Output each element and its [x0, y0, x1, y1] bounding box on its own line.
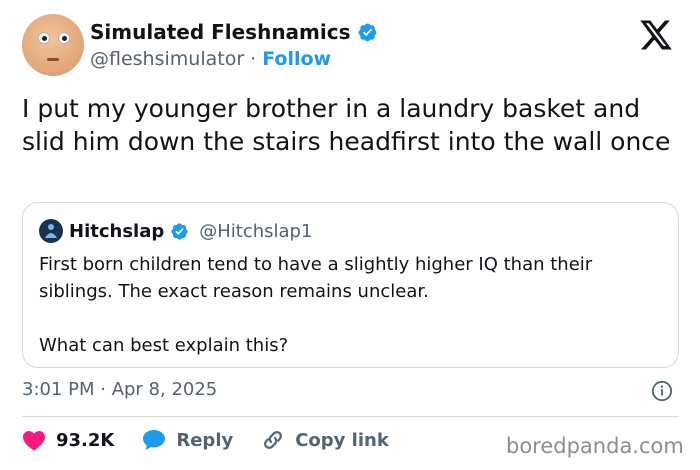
info-icon[interactable] [651, 380, 673, 402]
author-name-row: Simulated Fleshnamics [90, 20, 378, 44]
copy-link-button[interactable]: Copy link [261, 428, 389, 452]
like-button[interactable]: 93.2K [22, 429, 114, 451]
divider [22, 416, 679, 417]
avatar-eye-right [58, 32, 70, 44]
quoted-avatar[interactable] [39, 219, 63, 243]
author-display-name[interactable]: Simulated Fleshnamics [90, 20, 351, 44]
copy-link-label: Copy link [295, 429, 389, 451]
author-avatar[interactable] [22, 14, 84, 76]
author-handle-row: @fleshsimulator · Follow [90, 48, 331, 70]
person-silhouette-icon [45, 224, 57, 238]
heart-icon [23, 431, 45, 451]
link-icon [264, 431, 283, 449]
watermark-text: boredpanda.com [506, 434, 684, 458]
verified-badge-icon [171, 222, 188, 240]
reply-button[interactable]: Reply [142, 429, 233, 451]
quoted-header: Hitchslap @Hitchslap1 [39, 219, 312, 243]
speech-bubble-icon [143, 430, 166, 450]
avatar-mouth [47, 58, 59, 61]
verified-badge-icon [358, 23, 376, 41]
quoted-display-name[interactable]: Hitchslap [69, 221, 164, 242]
action-bar: 93.2K Reply Copy link [22, 428, 417, 452]
quoted-handle[interactable]: @Hitchslap1 [199, 221, 312, 242]
tweet-text: I put my younger brother in a laundry ba… [22, 94, 671, 156]
reply-label: Reply [176, 429, 234, 451]
x-logo-icon[interactable] [638, 19, 674, 51]
like-count: 93.2K [56, 429, 115, 451]
follow-button[interactable]: Follow [262, 48, 331, 70]
quoted-paragraph: First born children tend to have a sligh… [39, 254, 593, 302]
quoted-paragraph: What can best explain this? [39, 335, 289, 356]
avatar-eye-left [38, 32, 50, 44]
separator-dot: · [250, 48, 257, 70]
quoted-text: First born children tend to have a sligh… [39, 251, 659, 359]
tweet-timestamp[interactable]: 3:01 PM · Apr 8, 2025 [22, 379, 217, 400]
author-handle[interactable]: @fleshsimulator [90, 48, 244, 70]
quoted-tweet[interactable]: Hitchslap @Hitchslap1 First born childre… [22, 202, 679, 368]
